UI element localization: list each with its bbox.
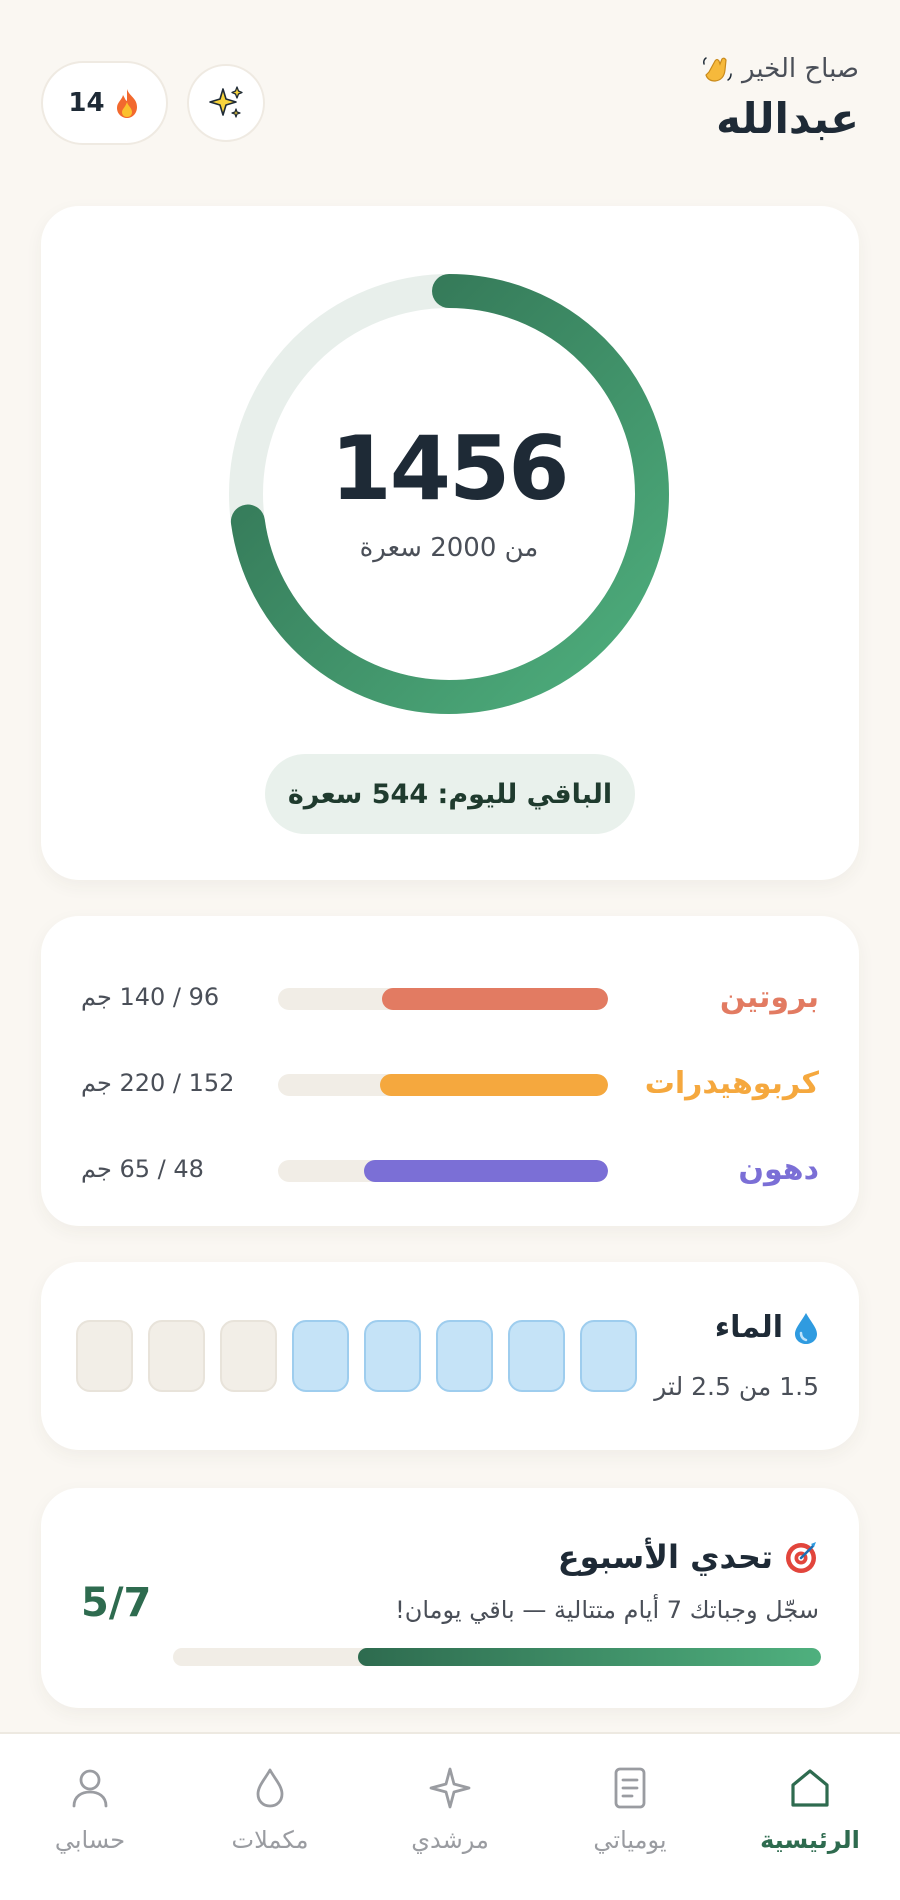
macro-track [278,988,608,1010]
macro-value: 96 / 140 جم [81,983,220,1011]
challenge-description: سجّل وجباتك 7 أيام متتالية — باقي يومان! [395,1596,819,1624]
sparkle-icon [429,1767,471,1809]
macro-row-protein: بروتين 96 / 140 جم [41,968,859,1028]
macro-fill [381,988,608,1010]
calories-consumed: 1456 [330,417,570,520]
macro-row-carbs: كربوهيدرات 152 / 220 جم [41,1054,859,1114]
water-subtitle: 1.5 من 2.5 لتر [654,1372,819,1401]
waving-hand-icon [702,57,732,82]
streak-badge[interactable]: 14 [41,61,168,145]
calories-remaining-badge: الباقي لليوم: 544 سعرة [265,754,635,834]
challenge-count: 5/7 [81,1580,152,1626]
water-cup[interactable] [364,1320,421,1392]
water-title: الماء [715,1310,819,1345]
water-cup[interactable] [220,1320,277,1392]
nav-item-journal[interactable]: يومياتي [555,1764,705,1854]
macro-track [278,1160,608,1182]
nav-label: مرشدي [411,1826,489,1854]
target-icon [786,1542,816,1573]
sparkles-icon [209,86,243,118]
macro-fill [379,1074,608,1096]
greeting-block: صباح الخير عبدالله [700,52,860,143]
nav-item-coach[interactable]: مرشدي [375,1764,525,1854]
challenge-title-text: تحدي الأسبوع [557,1538,773,1576]
macro-name: دهون [738,1152,819,1187]
macro-value: 48 / 65 جم [81,1155,204,1183]
home-icon [791,1769,829,1807]
macros-card: بروتين 96 / 140 جم كربوهيدرات 152 / 220 … [41,916,859,1226]
water-drop-icon [795,1312,817,1344]
nav-item-profile[interactable]: حسابي [15,1764,165,1854]
greeting-line: صباح الخير [700,52,859,86]
streak-count: 14 [68,88,105,118]
macro-fill [364,1160,608,1182]
water-cup[interactable] [148,1320,205,1392]
nav-label: الرئيسية [760,1826,860,1854]
water-cup[interactable] [436,1320,493,1392]
weekly-challenge-card[interactable]: تحدي الأسبوع سجّل وجباتك 7 أيام متتالية … [41,1488,859,1708]
water-cups [76,1320,637,1392]
ai-sparkle-button[interactable] [187,64,265,142]
macro-name: بروتين [719,980,819,1015]
bottom-nav: الرئيسية يومياتي مرشدي مكملات حسابي [0,1732,900,1900]
challenge-progress-fill [358,1648,821,1666]
drop-icon [256,1768,284,1808]
profile-icon [72,1769,108,1808]
macro-value: 152 / 220 جم [81,1069,235,1097]
macro-track [278,1074,608,1096]
fire-icon [116,89,137,118]
water-card: الماء 1.5 من 2.5 لتر [41,1262,859,1450]
water-cup[interactable] [508,1320,565,1392]
calories-goal: من 2000 سعرة [359,533,539,563]
nav-label: مكملات [231,1826,309,1854]
journal-icon [614,1767,646,1809]
water-cup[interactable] [292,1320,349,1392]
nav-label: حسابي [54,1826,126,1854]
nav-item-home[interactable]: الرئيسية [735,1764,885,1854]
challenge-progress-track [173,1648,821,1666]
nav-item-supplements[interactable]: مكملات [195,1764,345,1854]
nav-label: يومياتي [593,1826,667,1854]
water-cup[interactable] [76,1320,133,1392]
water-cup[interactable] [580,1320,637,1392]
username: عبدالله [716,94,859,143]
calorie-card: 1456 من 2000 سعرة الباقي لليوم: 544 سعرة [41,206,859,880]
water-title-text: الماء [714,1310,783,1345]
challenge-title: تحدي الأسبوع [558,1538,819,1576]
greeting-text: صباح الخير [741,54,859,84]
calorie-readout: 1456 من 2000 سعرة [221,266,677,722]
macro-name: كربوهيدرات [644,1066,819,1101]
macro-row-fat: دهون 48 / 65 جم [41,1140,859,1200]
